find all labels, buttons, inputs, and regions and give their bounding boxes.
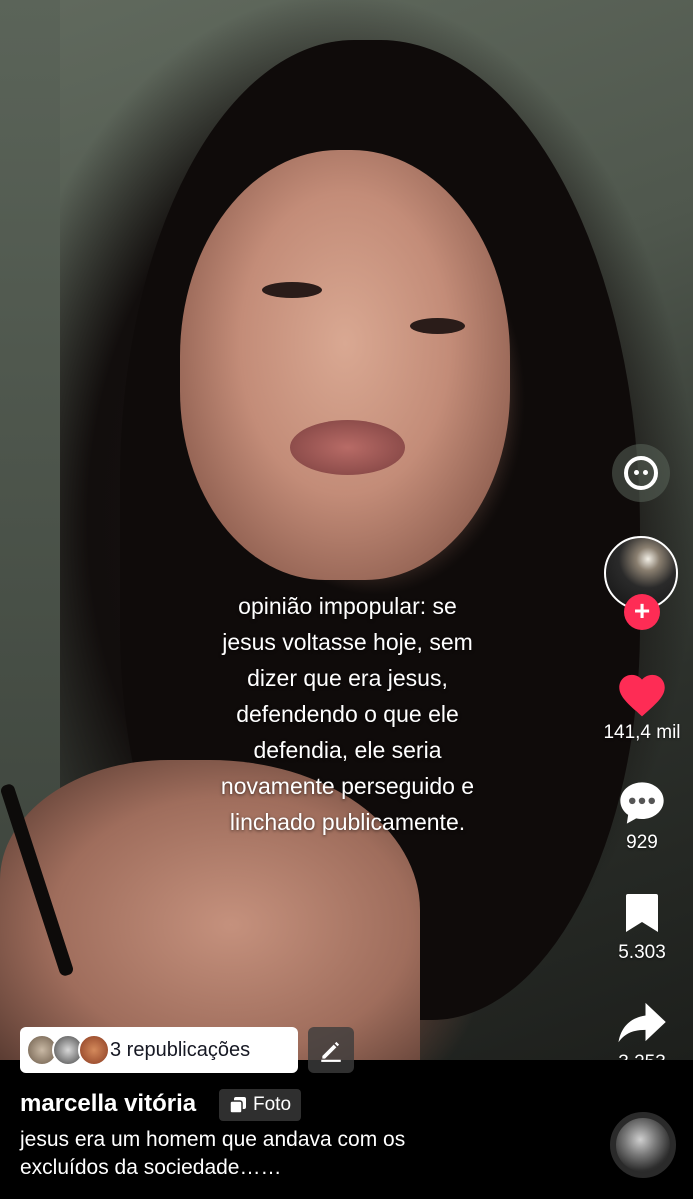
bookmark-icon [626, 894, 658, 932]
post-caption[interactable]: jesus era um homem que andava com os exc… [20, 1126, 540, 1182]
tiktok-photo-post: opinião impopular: se jesus voltasse hoj… [0, 0, 693, 1199]
sound-disc[interactable] [610, 1112, 676, 1178]
caption-line: excluídos da sociedade…… [20, 1156, 282, 1179]
photo-type-badge: Foto [219, 1089, 302, 1121]
overlay-line: defendia, ele seria [253, 737, 442, 763]
repost-avatars [20, 1027, 110, 1073]
caption-line: jesus era um homem que andava com os [20, 1128, 406, 1151]
save-count: 5.303 [618, 942, 666, 963]
photo-eye-right [410, 318, 465, 334]
photo-type-label: Foto [253, 1094, 292, 1115]
like-button[interactable] [614, 668, 670, 718]
ai-assistant-button[interactable] [612, 444, 670, 502]
share-button[interactable] [614, 998, 668, 1046]
overlay-text: opinião impopular: se jesus voltasse hoj… [180, 588, 515, 840]
comment-count: 929 [626, 832, 658, 853]
photo-wall [0, 0, 60, 900]
edit-button[interactable] [308, 1027, 354, 1073]
ai-assistant-icon [624, 456, 658, 490]
overlay-line: novamente perseguido e [220, 773, 475, 799]
photo-stack-icon [229, 1097, 246, 1114]
post-photo[interactable] [0, 0, 693, 1060]
photo-lips [290, 420, 405, 475]
pencil-icon [321, 1041, 341, 1062]
creator-username[interactable]: marcella vitória [20, 1090, 196, 1118]
repost-avatar [78, 1034, 110, 1066]
overlay-line: defendendo o que ele [236, 701, 459, 727]
follow-button[interactable]: + [624, 594, 660, 630]
overlay-line: dizer que era jesus, [247, 665, 448, 691]
comment-button[interactable] [616, 778, 668, 828]
like-count: 141,4 mil [603, 722, 681, 743]
photo-face [180, 150, 510, 580]
republications-label: 3 republicações [110, 1038, 251, 1061]
republications-chip[interactable]: 3 republicações [20, 1027, 298, 1073]
share-arrow-icon [618, 1002, 666, 1043]
comment-icon [620, 782, 664, 824]
heart-icon [619, 674, 665, 717]
overlay-line: jesus voltasse hoje, sem [222, 629, 473, 655]
overlay-line: opinião impopular: se [238, 593, 457, 619]
photo-eye-left [262, 282, 322, 298]
overlay-line: linchado publicamente. [229, 809, 466, 835]
save-button[interactable] [622, 890, 662, 936]
